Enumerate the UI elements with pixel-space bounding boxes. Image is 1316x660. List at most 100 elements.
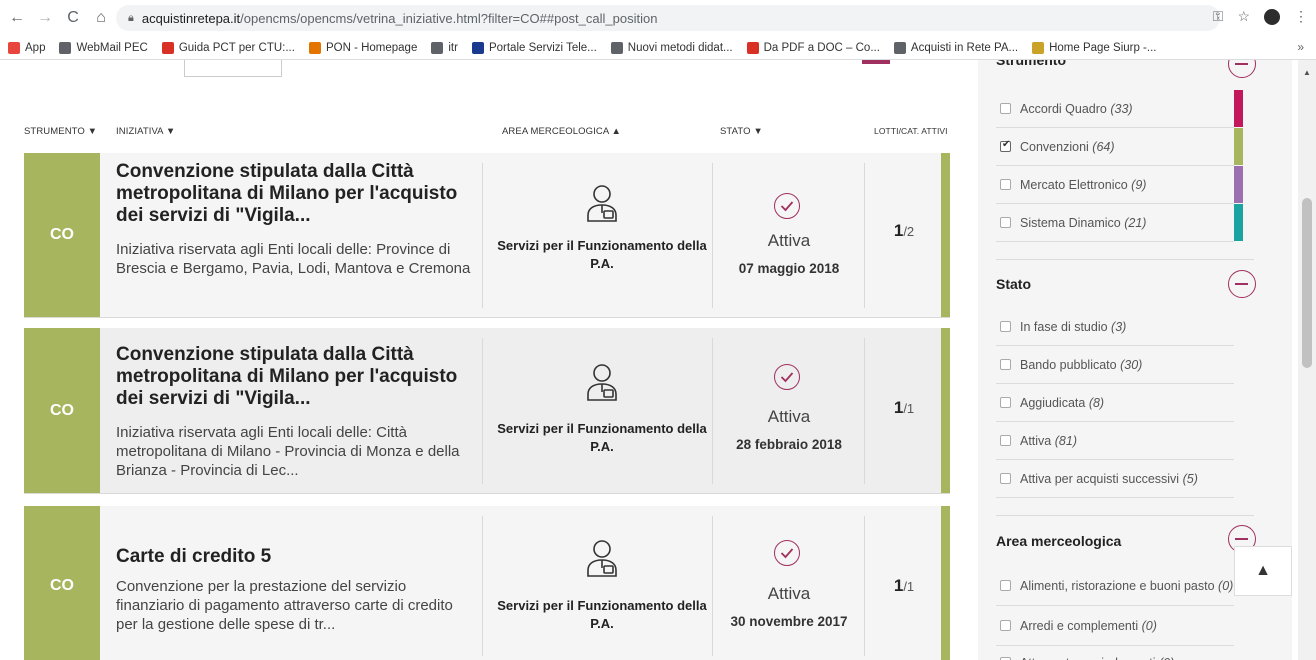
person-icon [584,183,620,228]
filter-strumento-item[interactable]: Convenzioni (64) [996,128,1243,166]
table-row[interactable]: CO Convenzione stipulata dalla Città metr… [24,153,950,318]
initiative-title[interactable]: Carte di credito 5 [116,546,476,568]
bookmark-item[interactable]: WebMail PEC [59,41,148,54]
bookmark-item[interactable]: App [8,41,46,54]
bookmark-label: App [25,41,46,54]
filter-strumento-item[interactable]: Sistema Dinamico (21) [996,204,1243,242]
checkbox[interactable] [1000,580,1011,591]
bookmark-label: Nuovi metodi didat... [627,41,733,54]
filter-text: Bando pubblicato (30) [1020,358,1142,372]
collapse-stato-icon[interactable] [1228,270,1256,298]
table-row[interactable]: CO Convenzione stipulata dalla Città metr… [24,328,950,494]
lock-icon: 🔒︎ [128,11,134,24]
filter-color-bar [1234,166,1243,203]
bookmark-label: Acquisti in Rete PA... [910,41,1019,54]
collapse-strumento-icon[interactable] [1228,60,1256,78]
checkbox[interactable] [1000,359,1011,370]
filter-count: (0) [1218,578,1234,593]
lotti-count: 1/1 [866,576,942,596]
bookmarks-bar: App WebMail PEC Guida PCT per CTU:... PON -… [0,36,1316,60]
menu-dots-icon[interactable]: ⋮ [1294,8,1308,25]
star-icon[interactable]: ☆ [1237,8,1250,25]
initiative-title[interactable]: Convenzione stipulata dalla Città metrop… [116,344,476,410]
filter-stato-item[interactable]: Attiva per acquisti successivi (5) [996,460,1234,498]
filter-count: (5) [1182,471,1198,486]
initiative-title[interactable]: Convenzione stipulata dalla Città metrop… [116,161,476,227]
filter-area-item[interactable]: Alimenti, ristorazione e buoni pasto (0) [996,566,1234,606]
status-check-icon [774,540,800,566]
bookmark-item[interactable]: Da PDF a DOC – Co... [746,41,880,54]
divider [482,338,483,484]
url-host: acquistinretepa.it [141,10,241,26]
scroll-up-icon[interactable]: ▲ [1303,68,1311,77]
filter-stato-item[interactable]: In fase di studio (3) [996,308,1234,346]
url-path: /opencms/opencms/vetrina_iniziative.html… [240,10,658,26]
filter-stato-item[interactable]: Aggiudicata (8) [996,384,1234,422]
filter-count: (3) [1111,319,1127,334]
filter-strumento-item[interactable]: Mercato Elettronico (9) [996,166,1243,204]
bookmark-item[interactable]: Home Page Siurp -... [1032,41,1156,54]
checkbox[interactable] [1000,179,1011,190]
checkbox[interactable] [1000,139,1011,152]
divider [996,515,1254,516]
table-row[interactable]: CO Carte di credito 5 Convenzione per la p… [24,506,950,660]
scrollbar[interactable]: ▲ [1298,60,1316,660]
bookmark-item[interactable]: Portale Servizi Tele... [471,41,597,54]
home-icon[interactable]: ⌂ [90,7,112,29]
bookmark-item[interactable]: Nuovi metodi didat... [610,41,733,54]
bookmark-item[interactable]: PON - Homepage [308,41,417,54]
col-stato[interactable]: STATO ▼ [720,126,763,137]
bookmark-item[interactable]: Acquisti in Rete PA... [893,41,1019,54]
filter-label: Aggiudicata [1020,395,1086,410]
filter-count: (30) [1120,357,1143,372]
more-bookmarks-icon[interactable]: » [1297,40,1304,54]
filter-stato-item[interactable]: Attiva (81) [996,422,1234,460]
checkbox[interactable] [1000,473,1011,484]
filter-text: Attiva (81) [1020,434,1077,448]
status-date: 07 maggio 2018 [738,261,840,276]
filter-count: (81) [1054,433,1077,448]
globe-icon [893,41,906,54]
address-bar[interactable]: 🔒︎ acquistinretepa.it/opencms/opencms/ve… [116,5,1220,31]
col-strumento[interactable]: STRUMENTO ▼ [24,126,97,137]
filter-area-item[interactable]: Arredi e complementi (0) [996,606,1234,646]
filter-area-item[interactable]: Attrezzature e indumenti (0) [996,643,1234,660]
filter-label: Convenzioni [1020,139,1089,154]
checkbox[interactable] [1000,435,1011,446]
page-content: STRUMENTO ▼ INIZIATIVA ▼ AREA MERCEOLOGI… [0,60,1316,660]
bookmark-item[interactable]: Guida PCT per CTU:... [161,41,295,54]
key-icon[interactable]: ⚿ [1213,8,1224,25]
back-to-top-button[interactable]: ▲ [1234,546,1292,596]
apps-icon [8,41,20,54]
filter-label: Attrezzature e indumenti [1020,656,1156,660]
checkbox[interactable] [1000,397,1011,408]
checkbox[interactable] [1000,620,1011,631]
filter-text: Arredi e complementi (0) [1020,619,1157,633]
checkbox[interactable] [1000,217,1011,228]
extension-icon[interactable] [1264,8,1280,25]
checkbox[interactable] [1000,321,1011,332]
filter-count: (0) [1141,618,1157,633]
filter-stato-item[interactable]: Bando pubblicato (30) [996,346,1234,384]
lotti-total: /1 [903,579,915,594]
person-icon [584,538,620,583]
filter-label: Accordi Quadro [1020,101,1107,116]
back-arrow-icon[interactable]: ← [6,7,28,29]
lotti-count: 1/2 [866,221,942,241]
filter-count: (9) [1131,177,1147,192]
forward-arrow-icon[interactable]: → [34,7,56,29]
filter-count: (33) [1110,101,1133,116]
lotti-total: /2 [903,224,915,239]
bookmark-item[interactable]: itr [431,41,458,54]
divider [996,259,1254,260]
scroll-thumb[interactable] [1302,198,1312,368]
filter-strumento-item[interactable]: Accordi Quadro (33) [996,90,1243,128]
col-area[interactable]: AREA MERCEOLOGICA ▲ [502,126,621,137]
top-accent [862,60,890,64]
col-iniziativa[interactable]: INIZIATIVA ▼ [116,126,175,137]
checkbox[interactable] [1000,103,1011,114]
reload-icon[interactable]: C [62,7,84,29]
filter-text: Accordi Quadro (33) [1020,102,1133,116]
initiative-description: Convenzione per la prestazione del servi… [116,578,453,633]
lotti-active: 1 [893,221,904,240]
